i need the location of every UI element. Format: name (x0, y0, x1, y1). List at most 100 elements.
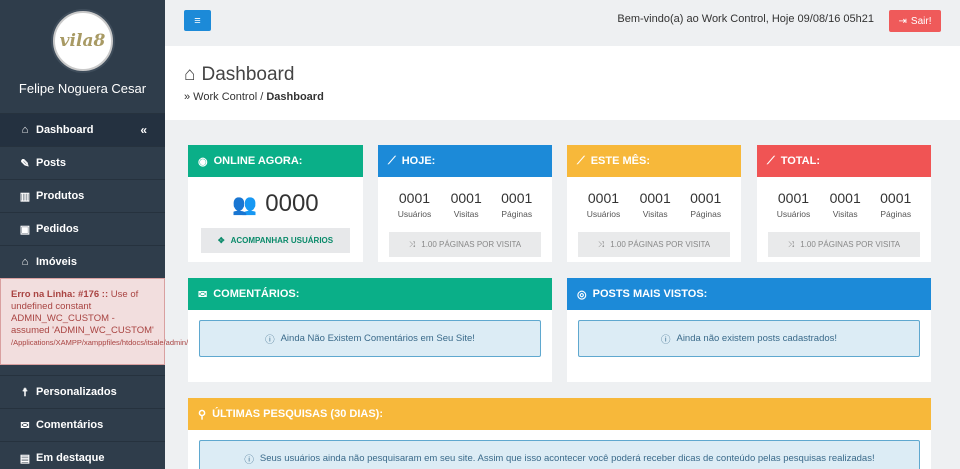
comments-icon: ✉ (20, 419, 30, 432)
comments-box: ✉ COMENTÁRIOS: ⓘ Ainda Não Existem Comentá… (188, 278, 552, 382)
sidebar-item-em-destaque[interactable]: ▤ Em destaque (0, 441, 165, 469)
stat-label: Visitas (642, 209, 668, 219)
chart-icon: ⟋ (577, 154, 585, 167)
stat-value: 0001 (587, 190, 620, 206)
sidebar-item-label: Pedidos (36, 223, 79, 235)
pages-per-visit-label: 1.00 PÁGINAS POR VISITA (421, 240, 522, 249)
topbar: ≡ Bem-vindo(a) ao Work Control, Hoje 09/… (165, 0, 960, 46)
stat-value: 0001 (777, 190, 810, 206)
logout-button[interactable]: ⇥ Sair! (889, 10, 941, 32)
error-prefix: Erro na Linha: #176 :: (11, 289, 109, 300)
chart-icon: ⟋ (388, 154, 396, 167)
stat-visits: 0001 Visitas (451, 190, 482, 219)
pages-per-visit: ⤨ 1.00 PÁGINAS POR VISITA (768, 232, 920, 257)
comments-title: COMENTÁRIOS: (213, 288, 300, 300)
error-message: Erro na Linha: #176 :: Use of undefined … (0, 278, 238, 365)
stat-value: 0001 (450, 190, 482, 206)
chart-icon: ⟋ (767, 154, 775, 167)
searches-empty-text: Seus usuários ainda não pesquisaram em s… (259, 453, 875, 464)
page-title: ⌂ Dashboard (184, 64, 294, 86)
sidebar-item-dashboard[interactable]: ⌂ Dashboard « (0, 113, 165, 146)
collapse-icon[interactable]: « (140, 123, 147, 137)
posts-box-header: ◎ POSTS MAIS VISTOS: (567, 278, 931, 310)
book-icon: ▤ (19, 452, 31, 465)
online-count: 0000 (265, 190, 319, 217)
stat-value: 0001 (398, 190, 431, 206)
online-box: ◉ ONLINE AGORA: 👥 0000 ✥ ACOMPANHAR USUÁRIO… (188, 145, 363, 262)
sidebar-item-pedidos[interactable]: ▣ Pedidos (0, 212, 165, 245)
stat-label: Usuários (776, 209, 811, 219)
menu-toggle-button[interactable]: ≡ (184, 10, 211, 31)
searches-empty-alert: ⓘ Seus usuários ainda não pesquisaram em … (199, 440, 920, 469)
books-icon: ▥ (19, 190, 31, 203)
stat-users: 0001 Usuários (777, 190, 811, 219)
sidebar-item-produtos[interactable]: ▥ Produtos (0, 179, 165, 212)
stat-value: 0001 (829, 190, 861, 206)
accessibility-icon: ☨ (22, 386, 28, 399)
eye-icon: ◎ (577, 288, 587, 301)
comments-empty-alert: ⓘ Ainda Não Existem Comentários em Seu Si… (199, 320, 541, 357)
pages-per-visit: ⤨ 1.00 PÁGINAS POR VISITA (389, 232, 541, 257)
breadcrumb: » Work Control / Dashboard (184, 91, 324, 103)
sidebar-item-label: Dashboard (36, 124, 94, 136)
sidebar-item-comentarios[interactable]: ✉ Comentários (0, 408, 165, 441)
hamburger-icon: ≡ (194, 14, 201, 27)
info-icon: ⓘ (265, 334, 275, 346)
comments-icon: ✉ (198, 288, 208, 301)
info-icon: ⓘ (244, 454, 254, 466)
track-users-label: ACOMPANHAR USUÁRIOS (230, 236, 334, 245)
total-stats: 0001 Usuários 0001 Visitas 0001 Páginas (757, 177, 931, 219)
stat-value: 0001 (639, 190, 671, 206)
online-box-header: ◉ ONLINE AGORA: (188, 145, 363, 177)
sidebar-item-label: Produtos (36, 190, 85, 202)
search-icon: ⚲ (198, 408, 207, 421)
sidebar-item-imoveis[interactable]: ⌂ Imóveis (0, 245, 165, 278)
breadcrumb-root[interactable]: » Work Control / (184, 91, 263, 103)
month-stats: 0001 Usuários 0001 Visitas 0001 Páginas (567, 177, 741, 219)
today-title: HOJE: (401, 155, 436, 167)
pages-per-visit-label: 1.00 PÁGINAS POR VISITA (610, 240, 711, 249)
stat-label: Páginas (880, 209, 912, 219)
total-title: TOTAL: (780, 155, 821, 167)
welcome-text: Bem-vindo(a) ao Work Control, Hoje 09/08… (617, 13, 874, 25)
sidebar-item-posts[interactable]: ✎ Posts (0, 146, 165, 179)
stat-label: Usuários (397, 209, 432, 219)
stat-value: 0001 (690, 190, 722, 206)
comments-empty-text: Ainda Não Existem Comentários em Seu Sit… (280, 333, 475, 344)
page-title-text: Dashboard (201, 64, 295, 85)
stat-label: Páginas (501, 209, 533, 219)
today-box: ⟋ HOJE: 0001 Usuários 0001 Visitas 0001 Pági… (378, 145, 552, 262)
sidebar-item-label: Em destaque (36, 452, 105, 464)
stat-label: Páginas (690, 209, 722, 219)
home-icon: ⌂ (21, 256, 29, 268)
logout-label: Sair! (910, 15, 932, 27)
total-box: ⟋ TOTAL: 0001 Usuários 0001 Visitas 0001 Pág… (757, 145, 931, 262)
stat-label: Visitas (832, 209, 858, 219)
posts-empty-text: Ainda não existem posts cadastrados! (676, 333, 838, 344)
today-stats: 0001 Usuários 0001 Visitas 0001 Páginas (378, 177, 552, 219)
thumbtack-icon: ✎ (20, 157, 30, 170)
stat-visits: 0001 Visitas (830, 190, 861, 219)
home-icon: ⌂ (21, 124, 29, 136)
today-box-header: ⟋ HOJE: (378, 145, 552, 177)
shuffle-icon: ⤨ (408, 239, 416, 249)
month-title: ESTE MÊS: (590, 155, 650, 167)
month-box-header: ⟋ ESTE MÊS: (567, 145, 741, 177)
users-icon: 👥 (232, 193, 258, 216)
total-box-header: ⟋ TOTAL: (757, 145, 931, 177)
stat-users: 0001 Usuários (398, 190, 432, 219)
logout-icon: ⇥ (898, 15, 907, 27)
sidebar-item-personalizados[interactable]: ☨ Personalizados (0, 375, 165, 408)
sidebar-item-label: Imóveis (36, 256, 77, 268)
comments-box-header: ✉ COMENTÁRIOS: (188, 278, 552, 310)
searches-title: ÚLTIMAS PESQUISAS (30 DIAS): (212, 408, 383, 420)
stat-label: Visitas (453, 209, 479, 219)
profile: vila8 Felipe Noguera Cesar (0, 11, 165, 124)
pages-per-visit: ⤨ 1.00 PÁGINAS POR VISITA (578, 232, 730, 257)
sidebar-item-label: Personalizados (36, 386, 117, 398)
track-users-button[interactable]: ✥ ACOMPANHAR USUÁRIOS (201, 228, 350, 253)
sidebar-item-label: Posts (36, 157, 66, 169)
logo-text: vila8 (59, 31, 106, 51)
stat-label: Usuários (586, 209, 621, 219)
sidebar-menu: ⌂ Dashboard « ✎ Posts ▥ Produtos ▣ Pedid… (0, 113, 165, 278)
